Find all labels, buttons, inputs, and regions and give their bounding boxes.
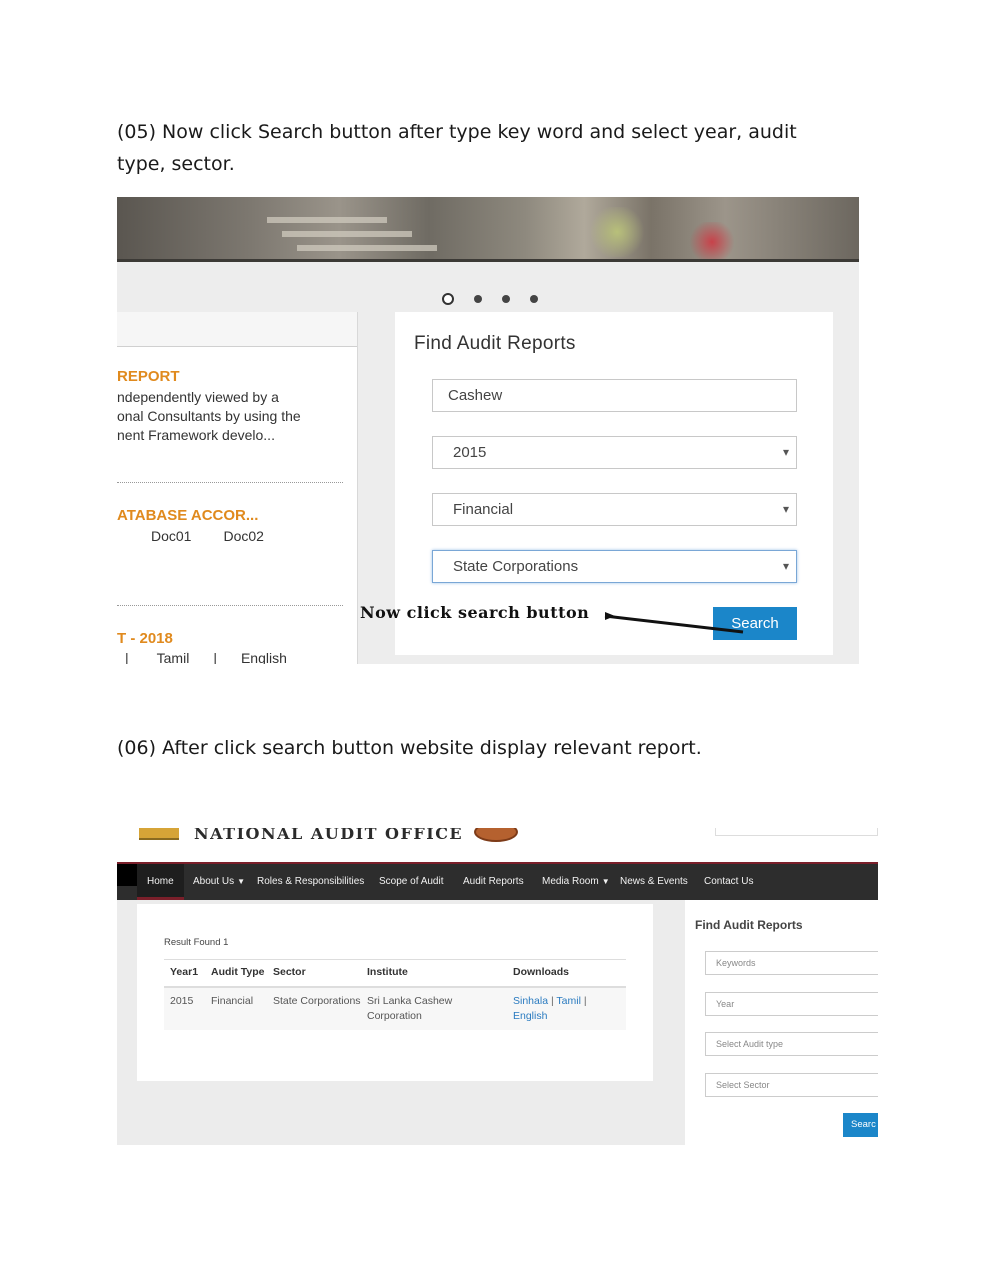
column-header-audit-type: Audit Type (205, 965, 267, 988)
nav-contact-us[interactable]: Contact Us (704, 864, 753, 900)
caret-down-icon: ▼ (237, 877, 246, 886)
column-header-institute: Institute (361, 965, 507, 988)
cell-audit-type: Financial (205, 987, 267, 1030)
download-tamil-link[interactable]: Tamil (556, 995, 581, 1007)
cell-institute: Sri Lanka Cashew Corporation (361, 987, 507, 1030)
sector-select[interactable]: Select Sector (705, 1073, 878, 1097)
cell-year: 2015 (164, 987, 205, 1030)
site-title[interactable]: NATIONAL AUDIT OFFICE (194, 828, 463, 843)
main-navigation: Home About Us ▼ Roles & Responsibilities … (117, 864, 878, 900)
table-row: 2015 Financial State Corporations Sri La… (164, 987, 626, 1030)
column-header-sector: Sector (267, 965, 361, 988)
nav-news-events[interactable]: News & Events (620, 864, 688, 900)
sidebar-find-audit-reports: Find Audit Reports Keywords Year Select … (685, 900, 878, 1145)
nav-scope-of-audit[interactable]: Scope of Audit (379, 864, 444, 900)
keywords-input[interactable]: Keywords (705, 951, 878, 975)
nav-media-room[interactable]: Media Room ▼ (542, 864, 610, 900)
nav-audit-reports[interactable]: Audit Reports (463, 864, 524, 900)
screenshot-search-form: REPORT ndependently viewed by a onal Con… (117, 197, 859, 664)
seal-logo (474, 828, 518, 842)
audit-type-select[interactable]: Select Audit type (705, 1032, 878, 1056)
sidebar-find-heading: Find Audit Reports (695, 918, 803, 932)
header-search-input[interactable] (715, 828, 878, 836)
download-english-link[interactable]: English (513, 1010, 547, 1022)
results-card: Result Found 1 Year1 Audit Type Sector I… (137, 904, 653, 1081)
site-header: NATIONAL AUDIT OFFICE (117, 828, 878, 862)
annotation-arrow (604, 612, 744, 634)
table-header-row: Year1 Audit Type Sector Institute Downlo… (164, 965, 626, 988)
annotation-text: Now click search button (360, 603, 590, 622)
download-sinhala-link[interactable]: Sinhala (513, 995, 548, 1007)
step-6-instruction: (06) After click search button website d… (117, 737, 702, 759)
cell-sector: State Corporations (267, 987, 361, 1030)
column-header-downloads: Downloads (507, 965, 626, 988)
result-count: Result Found 1 (164, 937, 229, 948)
step-5-instruction: (05) Now click Search button after type … (117, 121, 797, 175)
year-select[interactable]: Year (705, 992, 878, 1016)
nav-roles-responsibilities[interactable]: Roles & Responsibilities (257, 864, 364, 900)
caret-down-icon: ▼ (601, 877, 610, 886)
nav-about-us[interactable]: About Us ▼ (193, 864, 245, 900)
emblem-logo (139, 828, 179, 840)
cell-downloads: Sinhala | Tamil | English (507, 987, 626, 1030)
screenshot-search-results: NATIONAL AUDIT OFFICE Home About Us ▼ Rol… (117, 828, 878, 1145)
nav-home[interactable]: Home (137, 864, 184, 900)
column-header-year: Year1 (164, 965, 205, 988)
results-table: Year1 Audit Type Sector Institute Downlo… (164, 965, 626, 1030)
sidebar-search-button[interactable]: Searc (843, 1113, 878, 1137)
results-area: Result Found 1 Year1 Audit Type Sector I… (117, 900, 685, 1145)
